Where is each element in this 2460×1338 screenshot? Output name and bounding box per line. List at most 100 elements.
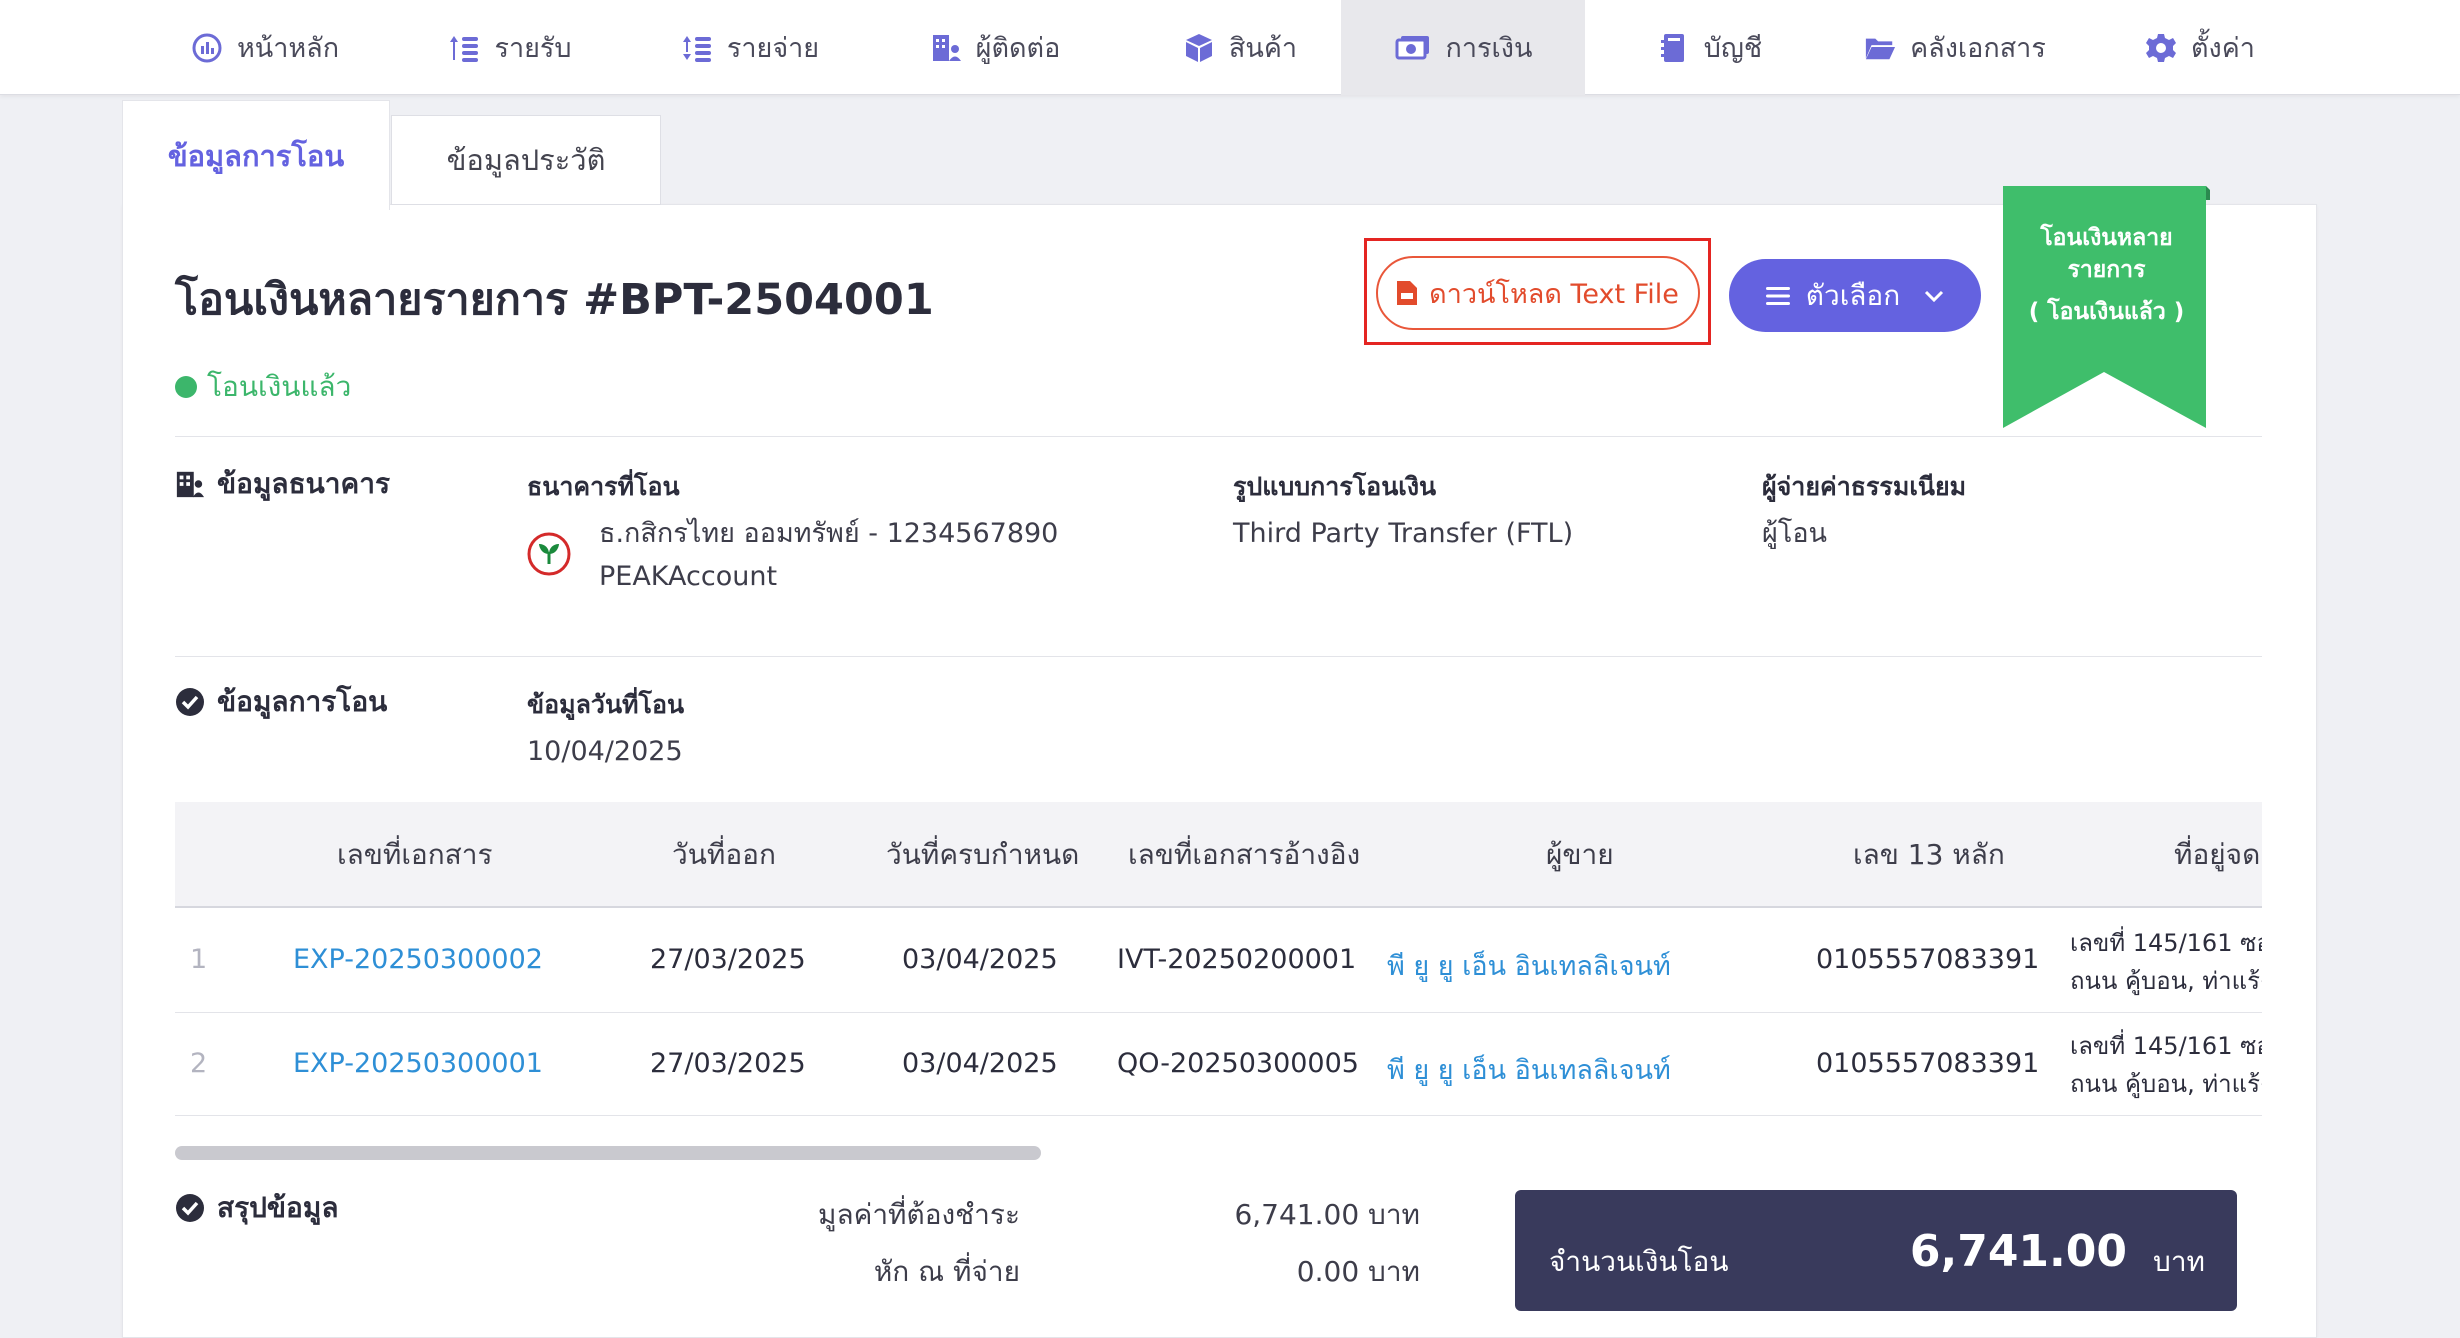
address-line: เลขที่ 145/161 ซอย [2070,1032,2262,1060]
status-ribbon-text: โอนเงินหลาย รายการ ( โอนเงินแล้ว ) [2003,222,2210,328]
divider [175,656,2262,657]
due-date: 03/04/2025 [902,944,1058,975]
fee-payer-label: ผู้จ่ายค่าธรรมเนียม [1762,472,1967,501]
section-title: สรุปข้อมูล [217,1191,339,1224]
nav-item-label: รายรับ [494,33,572,64]
kasikorn-bank-logo [527,532,571,576]
file-icon [1397,281,1418,305]
tab-label: ข้อมูลการโอน [167,138,345,173]
options-dropdown-button[interactable]: ตัวเลือก [1729,259,1981,332]
address-line: เลขที่ 145/161 ซอย [2070,929,2262,957]
tab-transfer-info[interactable]: ข้อมูลการโอน [122,100,390,210]
nav-item-expense[interactable]: รายจ่าย [635,0,865,95]
top-navigation: หน้าหลัก รายรับ รายจ่าย ผู้ติดต่อ สินค้า… [0,0,2460,95]
doc-number-link[interactable]: EXP-20250300002 [293,944,543,975]
issue-date: 27/03/2025 [650,944,806,975]
column-header-issue-date: วันที่ออก [672,838,776,871]
total-label: จำนวนเงินโอน [1549,1245,1729,1278]
total-value: 6,741.00 [1909,1226,2127,1277]
payable-value: 6,741.00 บาท [1234,1198,1420,1231]
reference-number: IVT-20250200001 [1117,944,1357,975]
bank-section-heading: ข้อมูลธนาคาร [175,462,390,506]
money-icon [1395,35,1429,59]
documents-table[interactable]: เลขที่เอกสาร วันที่ออก วันที่ครบกำหนด เล… [175,802,2262,1122]
page-title: โอนเงินหลายรายการ #BPT-2504001 [175,275,934,325]
nav-item-label: ผู้ติดต่อ [975,33,1061,64]
bank-label: ธนาคารที่โอน [527,472,680,501]
address: เลขที่ 145/161 ซอย ถนน คู้บอน, ท่าแร้ง, [2070,1027,2262,1103]
nav-item-label: สินค้า [1228,33,1298,64]
doc-number-link[interactable]: EXP-20250300001 [293,1048,543,1079]
tax-id: 0105557083391 [1816,1048,2040,1079]
expense-icon [682,35,711,62]
section-title: ข้อมูลการโอน [217,685,388,718]
section-title: ข้อมูลธนาคาร [217,467,391,500]
nav-item-label: บัญชี [1703,33,1763,64]
nav-item-label: คลังเอกสาร [1910,33,2046,64]
contacts-icon [932,34,961,61]
column-header-due-date: วันที่ครบกำหนด [886,838,1080,871]
nav-item-finance[interactable]: การเงิน [1341,0,1585,95]
issue-date: 27/03/2025 [650,1048,806,1079]
column-header-address: ที่อยู่จด [2174,838,2261,871]
nav-item-label: การเงิน [1445,33,1533,64]
status-indicator: โอนเงินแล้ว [175,365,351,409]
tab-history[interactable]: ข้อมูลประวัติ [391,115,661,205]
row-number: 1 [190,944,208,975]
ledger-book-icon [1660,33,1684,62]
nav-item-settings[interactable]: ตั้งค่า [2085,0,2315,95]
nav-item-documents[interactable]: คลังเอกสาร [1840,0,2070,95]
column-header-reference: เลขที่เอกสารอ้างอิง [1128,838,1361,871]
total-transfer-box: จำนวนเงินโอน 6,741.00 บาท [1515,1190,2237,1311]
income-icon [450,35,479,62]
fee-payer-value: ผู้โอน [1762,518,1827,549]
nav-item-contacts[interactable]: ผู้ติดต่อ [880,0,1110,95]
dashboard-icon [192,33,222,62]
transfer-method-value: Third Party Transfer (FTL) [1233,518,1574,549]
nav-item-income[interactable]: รายรับ [395,0,625,95]
ribbon-line: ( โอนเงินแล้ว ) [2028,299,2185,325]
tax-id: 0105557083391 [1816,944,2040,975]
vendor-link[interactable]: พี ยู ยู เอ็น อินเทลลิเจนท์ [1387,944,1671,987]
nav-item-dashboard[interactable]: หน้าหลัก [150,0,380,95]
folder-icon [1866,38,1896,59]
check-circle-icon [176,688,204,716]
nav-item-label: ตั้งค่า [2191,33,2255,64]
download-text-file-button[interactable]: ดาวน์โหลด Text File [1376,256,1700,330]
bank-value: ธ.กสิกรไทย ออมทรัพย์ - 1234567890 PEAKAc… [599,512,1058,598]
vendor-link[interactable]: พี ยู ยู เอ็น อินเทลลิเจนท์ [1387,1048,1671,1091]
row-number: 2 [190,1048,208,1079]
transfer-method-label: รูปแบบการโอนเงิน [1233,472,1437,501]
download-label: ดาวน์โหลด Text File [1429,278,1679,310]
column-header-tax-id: เลข 13 หลัก [1853,838,2005,871]
reference-number: QO-20250300005 [1117,1048,1359,1079]
transfer-date-label: ข้อมูลวันที่โอน [527,690,685,719]
payable-label: มูลค่าที่ต้องชำระ [817,1198,1020,1231]
nav-item-product[interactable]: สินค้า [1125,0,1355,95]
status-text: โอนเงินแล้ว [207,370,352,403]
menu-icon [1765,286,1790,305]
chevron-down-icon [1925,290,1944,302]
summary-section-heading: สรุปข้อมูล [175,1186,338,1230]
withholding-value: 0.00 บาท [1296,1255,1420,1288]
options-label: ตัวเลือก [1805,278,1901,312]
ribbon-line: โอนเงินหลาย [2040,225,2173,251]
tab-label: ข้อมูลประวัติ [446,143,606,177]
ribbon-line: รายการ [2067,257,2146,283]
content-card [122,204,2317,1338]
transfer-date-value: 10/04/2025 [527,736,683,767]
product-box-icon [1185,33,1212,62]
divider [175,436,2262,437]
bank-account-name: PEAKAccount [599,561,778,592]
nav-item-accounting[interactable]: บัญชี [1595,0,1825,95]
column-header-vendor: ผู้ขาย [1546,838,1614,871]
bank-account: ธ.กสิกรไทย ออมทรัพย์ - 1234567890 [599,518,1059,549]
table-horizontal-scrollbar[interactable] [175,1146,1041,1160]
column-header-doc-no: เลขที่เอกสาร [337,838,493,871]
address: เลขที่ 145/161 ซอย ถนน คู้บอน, ท่าแร้ง, [2070,924,2262,1000]
gear-icon [2146,33,2177,62]
address-line: ถนน คู้บอน, ท่าแร้ง, [2070,1070,2262,1098]
due-date: 03/04/2025 [902,1048,1058,1079]
nav-item-label: หน้าหลัก [236,33,340,64]
withholding-label: หัก ณ ที่จ่าย [873,1255,1020,1288]
